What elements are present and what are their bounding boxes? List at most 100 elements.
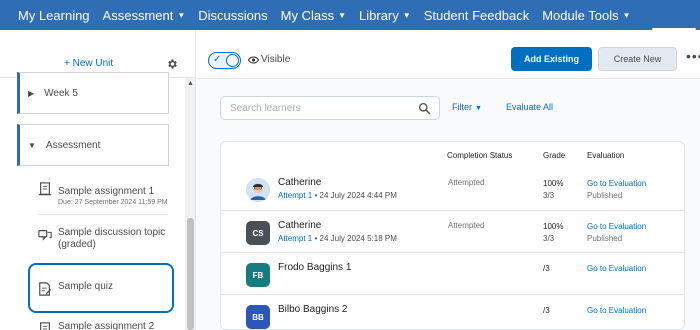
chevron-down-icon: ▼	[475, 105, 482, 112]
new-unit-button[interactable]: + New Unit	[64, 58, 113, 69]
attempt-link[interactable]: Attempt 1	[278, 191, 312, 200]
sidebar-item-sample-discussion[interactable]: Sample discussion topic (graded)	[38, 227, 168, 251]
header-evaluation: Evaluation	[587, 151, 625, 160]
go-to-evaluation-link[interactable]: Go to Evaluation	[587, 305, 646, 317]
sidebar-item-sample-quiz[interactable]: Sample quiz	[38, 281, 168, 296]
item-title: Sample quiz	[58, 281, 114, 292]
avatar: FB	[246, 263, 270, 287]
gear-icon[interactable]	[166, 58, 178, 70]
nav-label: Discussions	[198, 7, 268, 23]
content-sidebar: + New Unit ▶ Week 5 ▼ Assessment Sample …	[0, 30, 196, 330]
nav-label: My Class	[280, 7, 335, 23]
nav-item-student-feedback[interactable]: Student Feedback	[424, 8, 530, 23]
avatar: BB	[246, 305, 270, 329]
divider	[38, 214, 168, 215]
search-input[interactable]: Search learners	[220, 96, 440, 120]
evaluation-cell: Go to Evaluation	[587, 263, 646, 275]
attempt-info: Attempt 1 • 24 July 2024 5:18 PM	[278, 234, 397, 243]
attempt-date: • 24 July 2024 5:18 PM	[312, 234, 397, 243]
due-date: Due: 27 September 2024 11:59 PM	[58, 199, 168, 206]
go-to-evaluation-link[interactable]: Go to Evaluation	[587, 178, 646, 190]
nav-item-my-learning[interactable]: My Learning	[18, 8, 90, 23]
nav-label: Module Tools	[542, 7, 619, 23]
chevron-down-icon: ▼	[338, 10, 347, 20]
sidebar-item-sample-assignment-2[interactable]: Sample assignment 2	[38, 321, 168, 330]
search-placeholder: Search learners	[230, 103, 301, 114]
visibility-label: Visible	[261, 54, 291, 65]
nav-item-module-tools[interactable]: Module Tools ▼	[542, 8, 630, 23]
item-title: Sample assignment 2	[58, 321, 155, 330]
quiz-icon	[39, 282, 52, 296]
more-options-icon[interactable]: •••	[686, 48, 700, 64]
chevron-down-icon: ▼	[28, 140, 36, 150]
nav-item-my-class[interactable]: My Class ▼	[281, 8, 346, 23]
learner-name: Frodo Baggins 1	[278, 262, 352, 273]
evaluation-cell: Go to Evaluation	[587, 305, 646, 317]
evaluation-cell: Go to Evaluation Published	[587, 221, 646, 245]
table-row: Catherine Attempt 1 • 24 July 2024 4:44 …	[221, 168, 684, 210]
chevron-down-icon: ▼	[622, 10, 631, 20]
attempt-link[interactable]: Attempt 1	[278, 234, 312, 243]
published-status: Published	[587, 191, 623, 200]
toolbar: ✓ Visible Add Existing Create New •••	[197, 30, 700, 79]
table-row: CS Catherine Attempt 1 • 24 July 2024 5:…	[221, 210, 684, 252]
assignment-icon	[40, 322, 50, 330]
nav-item-assessment[interactable]: Assessment ▼	[103, 8, 186, 23]
sidebar-item-sample-assignment-1[interactable]: Sample assignment 1 Due: 27 September 20…	[38, 181, 168, 207]
top-navigation: My Learning Assessment ▼ Discussions My C…	[0, 0, 700, 30]
completion-status: Attempted	[448, 178, 485, 187]
published-status: Published	[587, 234, 623, 243]
item-title: Sample assignment 1	[58, 186, 155, 197]
learner-name: Bilbo Baggins 2	[278, 304, 348, 315]
filter-button[interactable]: Filter ▼	[452, 102, 482, 112]
grade-cell: 100% 3/3	[543, 178, 563, 202]
nav-label: Assessment	[102, 7, 174, 23]
chevron-right-icon: ▶	[28, 88, 35, 98]
avatar	[246, 178, 270, 202]
go-to-evaluation-link[interactable]: Go to Evaluation	[587, 221, 646, 233]
learner-name: Catherine	[278, 220, 322, 231]
table-row: BB Bilbo Baggins 2 /3 Go to Evaluation	[221, 294, 684, 329]
evaluation-cell: Go to Evaluation Published	[587, 178, 646, 202]
scroll-thumb[interactable]	[187, 218, 194, 330]
unit-week-5[interactable]: ▶ Week 5	[17, 72, 169, 114]
grade-value: /3	[543, 264, 550, 273]
grade-cell: /3	[543, 305, 550, 317]
learner-name: Catherine	[278, 177, 322, 188]
chevron-down-icon: ▼	[402, 10, 411, 20]
visibility-toggle[interactable]: ✓	[208, 52, 241, 69]
table-row: FB Frodo Baggins 1 /3 Go to Evaluation	[221, 252, 684, 294]
filter-label: Filter	[452, 102, 472, 112]
user-photo-icon	[246, 178, 270, 202]
main-content: ✓ Visible Add Existing Create New ••• Se…	[197, 30, 700, 330]
nav-label: Library	[359, 7, 399, 23]
avatar: CS	[246, 221, 270, 245]
attempt-info: Attempt 1 • 24 July 2024 4:44 PM	[278, 191, 397, 200]
scroll-up-icon[interactable]: ▲	[185, 80, 195, 87]
check-icon: ✓	[213, 54, 222, 65]
discussion-icon	[38, 230, 52, 241]
go-to-evaluation-link[interactable]: Go to Evaluation	[587, 263, 646, 275]
header-grade: Grade	[543, 151, 566, 160]
grade-value: /3	[543, 306, 550, 315]
sidebar-header: + New Unit	[0, 30, 195, 78]
add-existing-button[interactable]: Add Existing	[511, 47, 592, 71]
grade-cell: /3	[543, 263, 550, 275]
header-completion-status: Completion Status	[447, 151, 513, 160]
grade-value: 100%	[543, 179, 564, 188]
sidebar-scrollbar[interactable]: ▲	[185, 78, 195, 330]
completion-status: Attempted	[448, 221, 485, 230]
chevron-down-icon: ▼	[177, 10, 186, 20]
unit-assessment[interactable]: ▼ Assessment	[17, 124, 169, 166]
search-icon[interactable]	[418, 102, 431, 115]
grade-points: 3/3	[543, 191, 555, 200]
toggle-knob	[226, 54, 239, 67]
evaluate-all-button[interactable]: Evaluate All	[506, 102, 553, 112]
nav-item-library[interactable]: Library ▼	[359, 8, 411, 23]
create-new-button[interactable]: Create New	[598, 47, 677, 71]
assignment-icon	[38, 182, 52, 196]
nav-item-discussions[interactable]: Discussions	[198, 8, 267, 23]
nav-label: Student Feedback	[423, 7, 530, 23]
nav-label: My Learning	[18, 7, 90, 23]
grade-cell: 100% 3/3	[543, 221, 563, 245]
